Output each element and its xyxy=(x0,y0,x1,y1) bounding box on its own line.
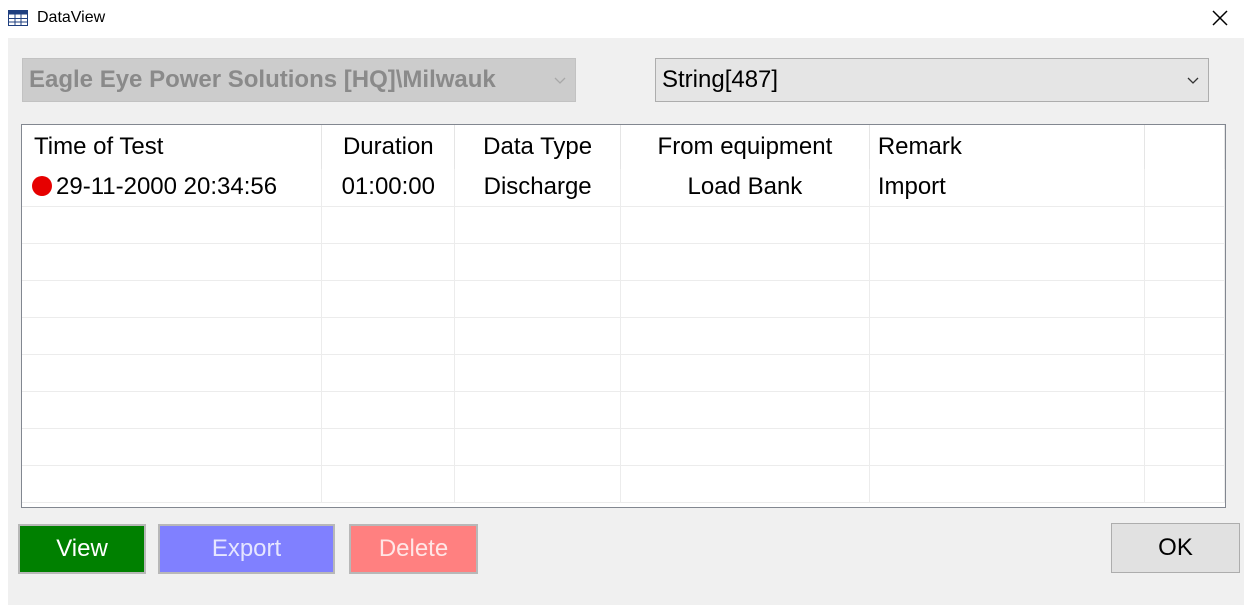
test-data-table: Time of Test Duration Data Type From equ… xyxy=(22,125,1225,503)
empty-cell xyxy=(22,391,323,429)
export-button[interactable]: Export xyxy=(158,524,335,574)
empty-cell xyxy=(620,428,870,466)
empty-table-row xyxy=(22,465,1225,503)
empty-cell xyxy=(620,354,870,392)
column-header-from-equipment[interactable]: From equipment xyxy=(620,125,870,169)
empty-table-row xyxy=(22,391,1225,429)
empty-cell xyxy=(22,428,323,466)
empty-cell xyxy=(321,428,456,466)
empty-cell xyxy=(454,243,622,281)
empty-cell xyxy=(454,317,622,355)
empty-cell xyxy=(22,465,323,503)
empty-cell xyxy=(22,280,323,318)
dialog-client-area: Eagle Eye Power Solutions [HQ]\Milwauk S… xyxy=(8,38,1244,605)
empty-cell xyxy=(869,354,1146,392)
empty-cell xyxy=(869,280,1146,318)
empty-table-row xyxy=(22,428,1225,466)
chevron-down-icon xyxy=(545,59,575,101)
empty-cell xyxy=(454,280,622,318)
view-button[interactable]: View xyxy=(18,524,146,574)
table-header-row: Time of Test Duration Data Type From equ… xyxy=(22,125,1225,169)
empty-cell xyxy=(321,391,456,429)
column-header-time-of-test[interactable]: Time of Test xyxy=(22,125,323,169)
empty-cell xyxy=(620,280,870,318)
empty-cell xyxy=(620,391,870,429)
string-select-value: String[487] xyxy=(662,66,779,93)
empty-cell xyxy=(321,206,456,244)
empty-table-row xyxy=(22,354,1225,392)
empty-cell xyxy=(22,206,323,244)
column-header-duration[interactable]: Duration xyxy=(321,125,456,169)
test-data-list[interactable]: Time of Test Duration Data Type From equ… xyxy=(21,124,1226,508)
empty-cell xyxy=(620,465,870,503)
empty-cell xyxy=(454,391,622,429)
empty-cell xyxy=(869,317,1146,355)
empty-cell xyxy=(321,280,456,318)
site-select-value: Eagle Eye Power Solutions [HQ]\Milwauk xyxy=(29,66,496,93)
empty-cell xyxy=(869,428,1146,466)
close-button[interactable] xyxy=(1196,0,1244,36)
cell-data-type: Discharge xyxy=(454,169,622,207)
empty-cell xyxy=(454,354,622,392)
empty-cell xyxy=(454,465,622,503)
delete-button[interactable]: Delete xyxy=(349,524,478,574)
ok-button[interactable]: OK xyxy=(1111,523,1240,573)
column-header-data-type[interactable]: Data Type xyxy=(454,125,622,169)
status-dot-icon xyxy=(32,176,52,197)
cell-remark: Import xyxy=(869,169,1146,207)
empty-table-row xyxy=(22,206,1225,244)
empty-cell xyxy=(869,206,1146,244)
title-bar: DataView xyxy=(0,0,1244,38)
empty-cell xyxy=(1144,243,1225,281)
site-select[interactable]: Eagle Eye Power Solutions [HQ]\Milwauk xyxy=(22,58,576,102)
empty-cell xyxy=(22,317,323,355)
empty-cell xyxy=(869,243,1146,281)
time-of-test-value: 29-11-2000 20:34:56 xyxy=(56,173,278,201)
empty-cell xyxy=(869,465,1146,503)
empty-cell xyxy=(620,317,870,355)
empty-cell xyxy=(1144,354,1225,392)
window-title: DataView xyxy=(37,9,106,26)
empty-table-row xyxy=(22,243,1225,281)
empty-table-row xyxy=(22,280,1225,318)
chevron-down-icon xyxy=(1178,59,1208,101)
string-select[interactable]: String[487] xyxy=(655,58,1209,102)
empty-cell xyxy=(1144,206,1225,244)
empty-cell xyxy=(321,465,456,503)
column-header-remark[interactable]: Remark xyxy=(869,125,1146,169)
empty-cell xyxy=(454,428,622,466)
close-icon xyxy=(1212,10,1228,26)
empty-table-row xyxy=(22,317,1225,355)
empty-cell xyxy=(620,243,870,281)
column-header-filler xyxy=(1144,125,1225,169)
empty-cell xyxy=(1144,280,1225,318)
table-icon xyxy=(8,10,28,26)
empty-cell xyxy=(1144,465,1225,503)
empty-cell xyxy=(620,206,870,244)
empty-cell xyxy=(22,243,323,281)
table-row[interactable]: 29-11-2000 20:34:56 01:00:00 Discharge L… xyxy=(22,169,1225,207)
empty-cell xyxy=(1144,428,1225,466)
empty-cell xyxy=(454,206,622,244)
empty-cell xyxy=(321,317,456,355)
cell-duration: 01:00:00 xyxy=(321,169,456,207)
empty-cell xyxy=(321,243,456,281)
cell-from-equipment: Load Bank xyxy=(620,169,870,207)
empty-cell xyxy=(321,354,456,392)
empty-cell xyxy=(1144,391,1225,429)
cell-filler xyxy=(1144,169,1225,207)
empty-cell xyxy=(1144,317,1225,355)
empty-cell xyxy=(22,354,323,392)
cell-time-of-test: 29-11-2000 20:34:56 xyxy=(22,169,323,207)
empty-cell xyxy=(869,391,1146,429)
